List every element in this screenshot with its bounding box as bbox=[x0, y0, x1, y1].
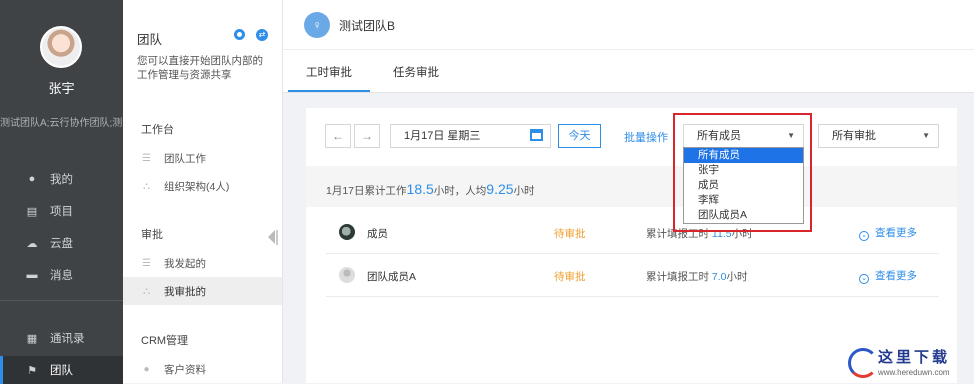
nav-item-cloud[interactable]: ☁ 云盘 bbox=[0, 229, 123, 257]
message-icon: ▬ bbox=[26, 269, 38, 281]
panel-item-customers[interactable]: ● 客户资料 bbox=[123, 355, 282, 383]
collapse-panel-icon[interactable] bbox=[268, 230, 275, 244]
switch-icon[interactable]: ⇄ bbox=[256, 29, 268, 41]
view-more-label: 查看更多 bbox=[875, 227, 917, 239]
hours-unit: 小时 bbox=[726, 271, 748, 283]
nav-label: 我的 bbox=[50, 174, 73, 186]
watermark-text: 这里下载 bbox=[878, 348, 951, 366]
view-more-link[interactable]: ⌄ 查看更多 bbox=[859, 225, 917, 241]
person-icon: ● bbox=[28, 173, 36, 185]
watermark-url: www.hereduwn.com bbox=[878, 368, 950, 377]
summary-prefix: 1月17日累计工作 bbox=[326, 185, 407, 197]
left-navigation: 张宇 测试团队A;云行协作团队;测试... ● 我的 ▤ 项目 ☁ 云盘 ▬ 消… bbox=[0, 0, 123, 384]
panel-description: 您可以直接开始团队内部的工作管理与资源共享 bbox=[137, 55, 263, 81]
watermark-logo-icon bbox=[848, 348, 878, 378]
user-name: 张宇 bbox=[48, 81, 75, 96]
panel-item-my-approvals[interactable]: ⛬ 我审批的 bbox=[123, 277, 282, 305]
panel-item-label: 客户资料 bbox=[164, 363, 206, 376]
main-header: ♀ 测试团队B bbox=[283, 0, 974, 50]
row-hours: 累计填报工时 7.0小时 bbox=[646, 269, 748, 284]
hours-value: 7.0 bbox=[711, 271, 727, 283]
person-icon: ● bbox=[143, 363, 150, 375]
list-icon: ☰ bbox=[142, 152, 151, 164]
section-workbench: 工作台 bbox=[141, 124, 174, 136]
summary-average: 9.25 bbox=[486, 181, 514, 197]
row-name: 成员 bbox=[367, 228, 388, 240]
today-button[interactable]: 今天 bbox=[558, 124, 601, 148]
tab-bar: 工时审批 任务审批 bbox=[283, 50, 974, 93]
avatar bbox=[339, 224, 355, 240]
view-more-link[interactable]: ⌄ 查看更多 bbox=[859, 268, 917, 284]
table-row[interactable]: 团队成员A 待审批 累计填报工时 7.0小时 ⌄ 查看更多 bbox=[326, 254, 939, 297]
panel-item-label: 我发起的 bbox=[164, 257, 206, 270]
avatar bbox=[339, 267, 355, 283]
watermark: 这里下载 www.hereduwn.com bbox=[848, 344, 974, 383]
highlight-frame bbox=[673, 113, 812, 232]
project-icon: ▤ bbox=[26, 205, 38, 218]
section-crm: CRM管理 bbox=[141, 335, 189, 347]
tab-hours-approval[interactable]: 工时审批 bbox=[288, 64, 370, 92]
panel-item-initiated[interactable]: ☰ 我发起的 bbox=[123, 249, 282, 277]
prev-day-button[interactable]: ← bbox=[325, 124, 351, 148]
nav-label: 通讯录 bbox=[50, 333, 85, 345]
collapse-handle[interactable] bbox=[276, 230, 278, 245]
gear-icon[interactable] bbox=[234, 29, 245, 40]
user-teams: 测试团队A;云行协作团队;测试... bbox=[0, 118, 123, 129]
summary-text: 1月17日累计工作18.5小时，人均9.25小时 bbox=[326, 181, 535, 198]
summary-bar: 1月17日累计工作18.5小时，人均9.25小时 bbox=[306, 166, 957, 207]
section-approval: 审批 bbox=[141, 229, 163, 241]
nav-label: 团队 bbox=[50, 365, 73, 377]
batch-action-link[interactable]: 批量操作 bbox=[624, 129, 668, 145]
contacts-icon: ▦ bbox=[26, 332, 38, 345]
nav-label: 项目 bbox=[50, 206, 73, 218]
chevron-down-icon: ⌄ bbox=[859, 231, 869, 241]
hours-label: 累计填报工时 bbox=[646, 271, 709, 283]
nav-label: 云盘 bbox=[50, 238, 73, 250]
status-badge: 待审批 bbox=[554, 271, 586, 283]
approval-select[interactable]: 所有审批 ▼ bbox=[818, 124, 939, 148]
nav-item-mine[interactable]: ● 我的 bbox=[0, 165, 123, 193]
panel-item-label: 我审批的 bbox=[164, 285, 206, 298]
next-day-button[interactable]: → bbox=[354, 124, 380, 148]
approval-select-value: 所有审批 bbox=[832, 130, 876, 142]
nav-item-team[interactable]: ⚑ 团队 bbox=[0, 356, 123, 384]
date-field[interactable]: 1月17日 星期三 bbox=[390, 124, 551, 148]
panel-item-org[interactable]: ⛬ 组织架构(4人) bbox=[123, 172, 282, 200]
nav-item-contacts[interactable]: ▦ 通讯录 bbox=[0, 324, 123, 352]
view-more-label: 查看更多 bbox=[875, 270, 917, 282]
cloud-icon: ☁ bbox=[26, 237, 38, 250]
org-chart-icon: ⛬ bbox=[143, 285, 150, 297]
status-badge: 待审批 bbox=[554, 228, 586, 240]
chevron-down-icon: ⌄ bbox=[859, 274, 869, 284]
row-name: 团队成员A bbox=[367, 271, 417, 283]
tab-task-approval[interactable]: 任务审批 bbox=[393, 64, 439, 80]
panel-item-label: 团队工作 bbox=[164, 152, 206, 165]
nav-divider bbox=[0, 300, 123, 301]
team-panel: 团队 ⇄ 您可以直接开始团队内部的工作管理与资源共享 工作台 ☰ 团队工作 ⛬ … bbox=[123, 0, 283, 383]
user-avatar[interactable] bbox=[40, 26, 82, 68]
caret-down-icon: ▼ bbox=[922, 131, 930, 140]
nav-label: 消息 bbox=[50, 270, 73, 282]
calendar-icon[interactable] bbox=[530, 129, 543, 141]
list-icon: ☰ bbox=[142, 257, 151, 269]
summary-mid: 小时，人均 bbox=[433, 185, 487, 197]
team-name: 测试团队B bbox=[339, 19, 396, 33]
table-row[interactable]: 成员 待审批 累计填报工时 11.5小时 ⌄ 查看更多 bbox=[326, 211, 939, 254]
nav-item-projects[interactable]: ▤ 项目 bbox=[0, 197, 123, 225]
nav-item-messages[interactable]: ▬ 消息 bbox=[0, 261, 123, 289]
panel-title: 团队 bbox=[137, 33, 163, 47]
panel-item-team-work[interactable]: ☰ 团队工作 bbox=[123, 144, 282, 172]
org-chart-icon: ⛬ bbox=[143, 180, 150, 192]
team-icon: ♀ bbox=[304, 12, 330, 38]
summary-suffix: 小时 bbox=[513, 185, 535, 197]
panel-item-label: 组织架构(4人) bbox=[164, 180, 230, 193]
summary-total: 18.5 bbox=[406, 181, 434, 197]
flag-icon: ⚑ bbox=[27, 364, 37, 377]
